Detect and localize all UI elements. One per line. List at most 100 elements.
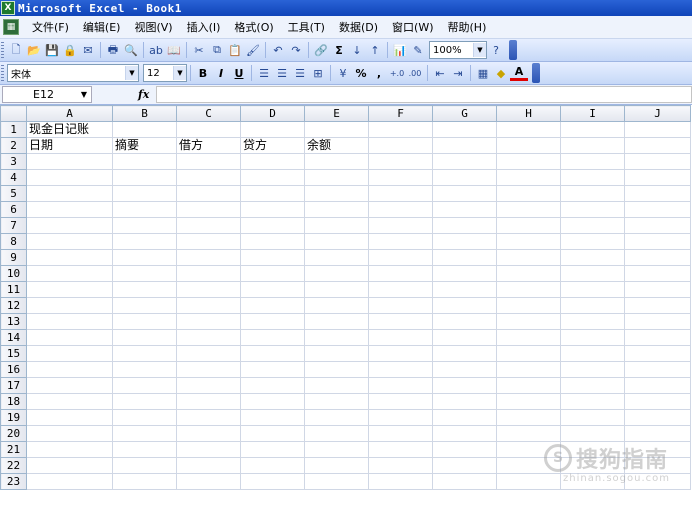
- cell-g3[interactable]: [432, 153, 497, 170]
- chart-wizard-icon[interactable]: 📊: [391, 41, 409, 59]
- name-box[interactable]: E12 ▼: [2, 86, 92, 103]
- cell-d5[interactable]: [240, 185, 305, 202]
- cell-j23[interactable]: [624, 473, 691, 490]
- insert-function-icon[interactable]: fx: [138, 88, 152, 101]
- row-header-18[interactable]: 18: [0, 393, 27, 410]
- cell-e23[interactable]: [304, 473, 369, 490]
- cell-e13[interactable]: [304, 313, 369, 330]
- menu-edit[interactable]: 编辑(E): [76, 19, 128, 35]
- toolbar-grip[interactable]: [1, 42, 4, 58]
- sort-ascending-icon[interactable]: ↓: [348, 41, 366, 59]
- menu-tools[interactable]: 工具(T): [281, 19, 332, 35]
- align-left-icon[interactable]: ☰: [255, 64, 273, 82]
- cell-b21[interactable]: [112, 441, 177, 458]
- cell-j6[interactable]: [624, 201, 691, 218]
- cell-e15[interactable]: [304, 345, 369, 362]
- column-header-h[interactable]: H: [496, 105, 561, 122]
- cell-c8[interactable]: [176, 233, 241, 250]
- italic-button[interactable]: I: [212, 64, 230, 82]
- cell-h11[interactable]: [496, 281, 561, 298]
- cell-h2[interactable]: [496, 137, 561, 154]
- currency-icon[interactable]: ¥: [334, 64, 352, 82]
- cell-g14[interactable]: [432, 329, 497, 346]
- cell-j8[interactable]: [624, 233, 691, 250]
- cell-j12[interactable]: [624, 297, 691, 314]
- cell-h23[interactable]: [496, 473, 561, 490]
- cell-c16[interactable]: [176, 361, 241, 378]
- print-preview-icon[interactable]: 🔍: [122, 41, 140, 59]
- cell-e17[interactable]: [304, 377, 369, 394]
- cell-f6[interactable]: [368, 201, 433, 218]
- cell-g23[interactable]: [432, 473, 497, 490]
- row-header-13[interactable]: 13: [0, 313, 27, 330]
- cell-i17[interactable]: [560, 377, 625, 394]
- cell-e12[interactable]: [304, 297, 369, 314]
- cell-c18[interactable]: [176, 393, 241, 410]
- cell-a5[interactable]: [26, 185, 113, 202]
- cell-g17[interactable]: [432, 377, 497, 394]
- cell-j4[interactable]: [624, 169, 691, 186]
- menu-insert[interactable]: 插入(I): [180, 19, 228, 35]
- cell-f3[interactable]: [368, 153, 433, 170]
- menu-window[interactable]: 窗口(W): [385, 19, 440, 35]
- cell-b7[interactable]: [112, 217, 177, 234]
- cell-c3[interactable]: [176, 153, 241, 170]
- cell-f11[interactable]: [368, 281, 433, 298]
- cell-h1[interactable]: [496, 121, 561, 138]
- spelling-icon[interactable]: ab: [147, 41, 165, 59]
- cell-i15[interactable]: [560, 345, 625, 362]
- select-all-corner[interactable]: [0, 105, 27, 122]
- cell-d7[interactable]: [240, 217, 305, 234]
- cell-g15[interactable]: [432, 345, 497, 362]
- menu-file[interactable]: 文件(F): [25, 19, 76, 35]
- cell-e14[interactable]: [304, 329, 369, 346]
- cell-h18[interactable]: [496, 393, 561, 410]
- borders-icon[interactable]: ▦: [474, 64, 492, 82]
- column-header-g[interactable]: G: [432, 105, 497, 122]
- cell-b5[interactable]: [112, 185, 177, 202]
- decrease-decimal-button[interactable]: .00: [406, 64, 424, 82]
- cell-d22[interactable]: [240, 457, 305, 474]
- column-header-e[interactable]: E: [304, 105, 369, 122]
- increase-decimal-button[interactable]: +.0: [388, 64, 406, 82]
- cell-e7[interactable]: [304, 217, 369, 234]
- cell-h3[interactable]: [496, 153, 561, 170]
- cell-d19[interactable]: [240, 409, 305, 426]
- cell-f10[interactable]: [368, 265, 433, 282]
- cell-h5[interactable]: [496, 185, 561, 202]
- cell-c7[interactable]: [176, 217, 241, 234]
- cell-e19[interactable]: [304, 409, 369, 426]
- cell-g4[interactable]: [432, 169, 497, 186]
- cell-c21[interactable]: [176, 441, 241, 458]
- cell-i5[interactable]: [560, 185, 625, 202]
- cell-e6[interactable]: [304, 201, 369, 218]
- cell-i21[interactable]: [560, 441, 625, 458]
- row-header-20[interactable]: 20: [0, 425, 27, 442]
- cell-d23[interactable]: [240, 473, 305, 490]
- cell-d4[interactable]: [240, 169, 305, 186]
- cell-i11[interactable]: [560, 281, 625, 298]
- row-header-4[interactable]: 4: [0, 169, 27, 186]
- cell-h6[interactable]: [496, 201, 561, 218]
- cell-j11[interactable]: [624, 281, 691, 298]
- cell-e4[interactable]: [304, 169, 369, 186]
- cell-h16[interactable]: [496, 361, 561, 378]
- chevron-down-icon[interactable]: ▼: [125, 66, 138, 80]
- chevron-down-icon[interactable]: ▼: [473, 43, 486, 57]
- cell-g1[interactable]: [432, 121, 497, 138]
- cell-a9[interactable]: [26, 249, 113, 266]
- cell-h15[interactable]: [496, 345, 561, 362]
- help-icon[interactable]: ?: [487, 41, 505, 59]
- row-header-19[interactable]: 19: [0, 409, 27, 426]
- redo-icon[interactable]: ↷: [287, 41, 305, 59]
- underline-button[interactable]: U: [230, 64, 248, 82]
- cell-d8[interactable]: [240, 233, 305, 250]
- cell-a20[interactable]: [26, 425, 113, 442]
- bold-button[interactable]: B: [194, 64, 212, 82]
- cell-a10[interactable]: [26, 265, 113, 282]
- cell-h17[interactable]: [496, 377, 561, 394]
- column-header-d[interactable]: D: [240, 105, 305, 122]
- cell-a1[interactable]: 现金日记账: [26, 121, 113, 138]
- cell-a21[interactable]: [26, 441, 113, 458]
- cell-f23[interactable]: [368, 473, 433, 490]
